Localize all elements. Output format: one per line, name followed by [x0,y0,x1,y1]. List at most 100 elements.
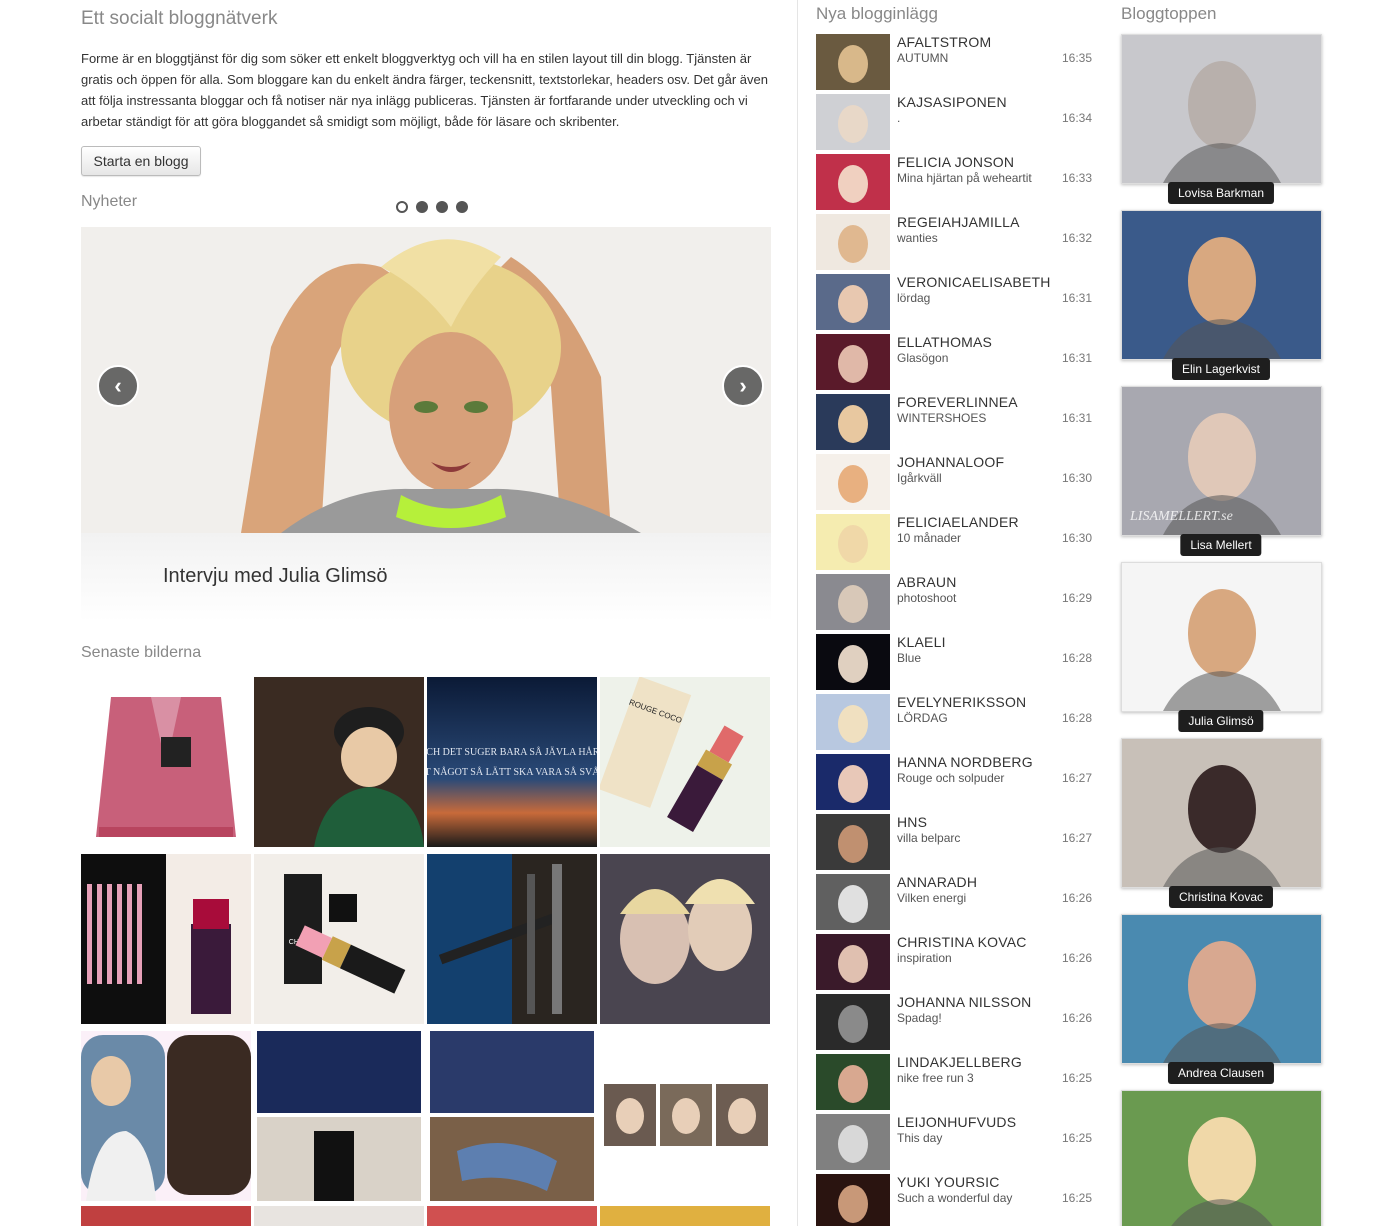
feed-blog-name[interactable]: JOHANNALOOF [897,454,1004,470]
photo-thumb[interactable] [600,854,770,1024]
feed-blog-name[interactable]: CHRISTINA KOVAC [897,934,1027,950]
feed-blog-name[interactable]: ELLATHOMAS [897,334,992,350]
feed-item[interactable]: HNS villa belparc 16:27 [816,814,1096,870]
feed-thumbnail[interactable] [816,934,890,990]
feed-blog-name[interactable]: ANNARADH [897,874,977,890]
feed-item[interactable]: YUKI YOURSIC Such a wonderful day 16:25 [816,1174,1096,1226]
feed-post-title[interactable]: LÖRDAG [897,711,948,725]
photo-thumb[interactable]: CHANEL [254,854,424,1024]
photo-thumb[interactable] [81,1031,251,1201]
feed-post-title[interactable]: Vilken energi [897,891,966,905]
feed-item[interactable]: JOHANNALOOF Igårkväll 16:30 [816,454,1096,510]
feed-item[interactable]: ABRAUN photoshoot 16:29 [816,574,1096,630]
feed-thumbnail[interactable] [816,754,890,810]
photo-thumb[interactable] [81,854,251,1024]
photo-thumb[interactable] [81,1206,251,1226]
feed-thumbnail[interactable] [816,34,890,90]
feed-post-title[interactable]: inspiration [897,951,952,965]
feed-item[interactable]: CHRISTINA KOVAC inspiration 16:26 [816,934,1096,990]
feed-thumbnail[interactable] [816,214,890,270]
feed-thumbnail[interactable] [816,94,890,150]
feed-item[interactable]: FELICIAELANDER 10 månader 16:30 [816,514,1096,570]
feed-item[interactable]: LINDAKJELLBERG nike free run 3 16:25 [816,1054,1096,1110]
news-slider[interactable]: Intervju med Julia Glimsö ‹ › [81,227,771,622]
feed-blog-name[interactable]: JOHANNA NILSSON [897,994,1031,1010]
feed-thumbnail[interactable] [816,574,890,630]
top-blog-card[interactable] [1121,914,1322,1064]
top-blog-name-label[interactable]: Elin Lagerkvist [1171,358,1271,380]
slide-image[interactable] [81,227,771,533]
feed-post-title[interactable]: WINTERSHOES [897,411,986,425]
top-blog-card[interactable] [1121,562,1322,712]
top-blog-name-label[interactable]: Lovisa Barkman [1167,182,1275,204]
slide-caption[interactable]: Intervju med Julia Glimsö [163,565,388,588]
feed-thumbnail[interactable] [816,814,890,870]
feed-thumbnail[interactable] [816,394,890,450]
feed-post-title[interactable]: wanties [897,231,938,245]
feed-item[interactable]: FELICIA JONSON Mina hjärtan på weheartit 1… [816,154,1096,210]
photo-thumb[interactable] [600,1031,770,1201]
feed-thumbnail[interactable] [816,994,890,1050]
feed-item[interactable]: VERONICAELISABETH lördag 16:31 [816,274,1096,330]
feed-post-title[interactable]: Spadag! [897,1011,942,1025]
feed-thumbnail[interactable] [816,1114,890,1170]
feed-post-title[interactable]: Rouge och solpuder [897,771,1004,785]
photo-thumb[interactable]: ROUGE COCO [600,677,770,847]
feed-post-title[interactable]: nike free run 3 [897,1071,974,1085]
feed-blog-name[interactable]: EVELYNERIKSSON [897,694,1026,710]
feed-blog-name[interactable]: LEIJONHUFVUDS [897,1114,1016,1130]
feed-post-title[interactable]: . [897,111,900,125]
feed-post-title[interactable]: This day [897,1131,942,1145]
feed-post-title[interactable]: Such a wonderful day [897,1191,1012,1205]
feed-post-title[interactable]: Mina hjärtan på weheartit [897,171,1032,185]
feed-blog-name[interactable]: KAJSASIPONEN [897,94,1007,110]
start-blog-button[interactable]: Starta en blogg [81,146,201,176]
feed-thumbnail[interactable] [816,334,890,390]
feed-item[interactable]: ANNARADH Vilken energi 16:26 [816,874,1096,930]
photo-thumb[interactable] [600,1206,770,1226]
feed-blog-name[interactable]: FELICIAELANDER [897,514,1019,530]
feed-blog-name[interactable]: HNS [897,814,927,830]
top-blog-card[interactable] [1121,34,1322,184]
feed-post-title[interactable]: photoshoot [897,591,956,605]
feed-item[interactable]: KLAELI Blue 16:28 [816,634,1096,690]
feed-item[interactable]: FOREVERLINNEA WINTERSHOES 16:31 [816,394,1096,450]
feed-blog-name[interactable]: FOREVERLINNEA [897,394,1018,410]
feed-thumbnail[interactable] [816,514,890,570]
photo-thumb[interactable] [254,1031,424,1201]
top-blog-card[interactable]: LISAMELLERT.se [1121,386,1322,536]
top-blog-name-label[interactable]: Julia Glimsö [1178,710,1264,732]
photo-thumb[interactable] [254,1206,424,1226]
top-blog-card[interactable] [1121,1090,1322,1226]
feed-thumbnail[interactable] [816,874,890,930]
feed-item[interactable]: JOHANNA NILSSON Spadag! 16:26 [816,994,1096,1050]
top-blog-name-label[interactable]: Lisa Mellert [1180,534,1262,556]
feed-blog-name[interactable]: FELICIA JONSON [897,154,1014,170]
feed-item[interactable]: LEIJONHUFVUDS This day 16:25 [816,1114,1096,1170]
feed-thumbnail[interactable] [816,274,890,330]
feed-blog-name[interactable]: KLAELI [897,634,946,650]
photo-thumb[interactable] [254,677,424,847]
photo-thumb[interactable] [427,1206,597,1226]
feed-post-title[interactable]: villa belparc [897,831,960,845]
feed-item[interactable]: AFALTSTROM AUTUMN 16:35 [816,34,1096,90]
feed-blog-name[interactable]: AFALTSTROM [897,34,991,50]
slider-dot-4[interactable] [456,201,468,213]
top-blog-card[interactable] [1121,210,1322,360]
top-blog-name-label[interactable]: Andrea Clausen [1167,1062,1275,1084]
feed-post-title[interactable]: Igårkväll [897,471,942,485]
feed-post-title[interactable]: AUTUMN [897,51,948,65]
feed-item[interactable]: ELLATHOMAS Glasögon 16:31 [816,334,1096,390]
photo-thumb[interactable]: OCH DET SUGER BARA SÅ JÄVLA HÅRT ATT NÅG… [427,677,597,847]
feed-thumbnail[interactable] [816,1174,890,1226]
feed-post-title[interactable]: 10 månader [897,531,961,545]
feed-blog-name[interactable]: LINDAKJELLBERG [897,1054,1022,1070]
feed-item[interactable]: HANNA NORDBERG Rouge och solpuder 16:27 [816,754,1096,810]
top-blog-card[interactable] [1121,738,1322,888]
photo-thumb[interactable] [427,854,597,1024]
feed-post-title[interactable]: Glasögon [897,351,948,365]
feed-blog-name[interactable]: ABRAUN [897,574,957,590]
photo-thumb[interactable] [81,677,251,847]
feed-blog-name[interactable]: VERONICAELISABETH [897,274,1051,290]
feed-blog-name[interactable]: YUKI YOURSIC [897,1174,1000,1190]
